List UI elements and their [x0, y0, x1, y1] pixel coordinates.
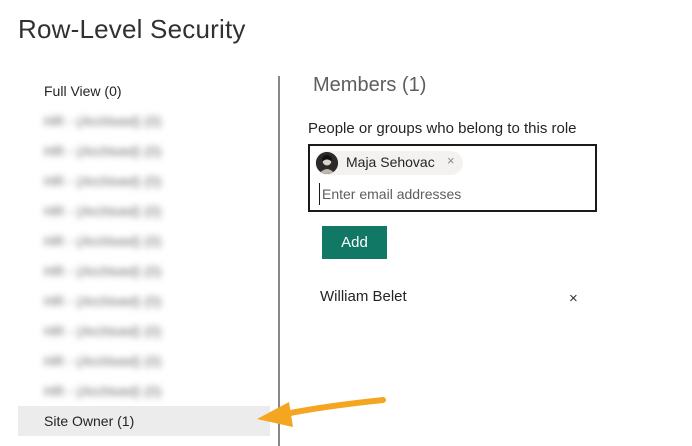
role-item-full-view[interactable]: Full View (0): [18, 76, 270, 106]
avatar: [316, 152, 338, 174]
remove-member-icon[interactable]: ×: [569, 290, 578, 307]
remove-chip-icon[interactable]: ×: [447, 153, 455, 168]
role-item[interactable]: HR - (Archived) (0): [18, 196, 270, 226]
add-button[interactable]: Add: [322, 226, 387, 259]
role-item[interactable]: HR - (Archived) (0): [18, 226, 270, 256]
role-item-site-owner[interactable]: Site Owner (1): [18, 406, 270, 436]
people-picker[interactable]: Maja Sehovac ×: [308, 144, 597, 212]
chip-name: Maja Sehovac: [346, 154, 435, 170]
members-field-label: People or groups who belong to this role: [308, 120, 577, 137]
member-name: William Belet: [320, 288, 407, 305]
page-title: Row-Level Security: [18, 14, 246, 44]
member-list-item: William Belet ×: [320, 287, 590, 309]
roles-list: Full View (0) HR - (Archived) (0) HR - (…: [18, 76, 270, 446]
role-item[interactable]: HR - (Archived) (0): [18, 256, 270, 286]
role-item[interactable]: HR - (Archived) (0): [18, 286, 270, 316]
members-title: Members (1): [313, 74, 427, 96]
arrow-annotation-icon: [257, 397, 386, 427]
role-item[interactable]: HR - (Archived) (0): [18, 106, 270, 136]
role-item[interactable]: HR - (Archived) (0): [18, 346, 270, 376]
email-input[interactable]: [319, 183, 582, 205]
role-item[interactable]: HR - (Archived) (0): [18, 136, 270, 166]
role-item[interactable]: HR - (Archived) (0): [18, 376, 270, 406]
member-chip: Maja Sehovac ×: [315, 151, 463, 175]
role-item[interactable]: HR - (Archived) (0): [18, 316, 270, 346]
role-item[interactable]: HR - (Archived) (0): [18, 166, 270, 196]
